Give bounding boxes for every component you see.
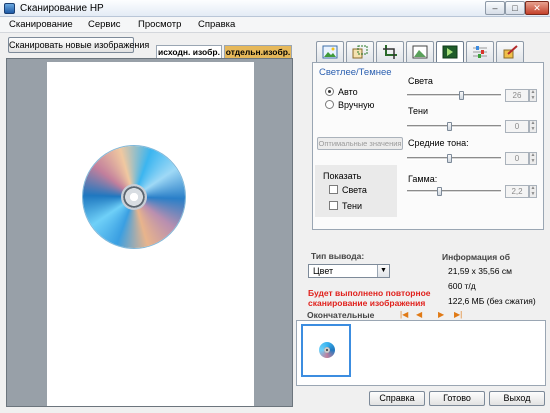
scanned-cd-image bbox=[83, 146, 185, 248]
check-shadows-box[interactable] bbox=[329, 201, 338, 210]
midtones-value-field[interactable]: 0 bbox=[505, 152, 529, 165]
info-resolution: 600 т/д bbox=[448, 281, 476, 291]
check-shadows[interactable]: Тени bbox=[329, 201, 362, 211]
chevron-down-icon[interactable]: ▼ bbox=[377, 265, 389, 277]
crop-icon bbox=[383, 45, 397, 59]
tool-tab-color[interactable] bbox=[466, 41, 494, 63]
slider-gamma-label: Гамма: bbox=[408, 174, 438, 184]
radio-auto-label: Авто bbox=[338, 87, 358, 97]
slider-midtones-track[interactable] bbox=[407, 157, 501, 160]
preview-area bbox=[6, 58, 293, 407]
tab-original-image[interactable]: исходн. изобр. bbox=[156, 45, 222, 59]
slider-midtones-label: Средние тона: bbox=[408, 138, 469, 148]
output-type-value: Цвет bbox=[313, 266, 334, 276]
slider-gamma-thumb[interactable] bbox=[437, 187, 442, 196]
final-images-label: Окончательные bbox=[307, 310, 375, 320]
first-page-icon[interactable]: |◀ bbox=[400, 310, 408, 319]
check-highlights-box[interactable] bbox=[329, 185, 338, 194]
midtones-spinner[interactable]: ▲ ▼ bbox=[529, 152, 537, 165]
tool-tab-resize[interactable] bbox=[346, 41, 374, 63]
slider-gamma-track[interactable] bbox=[407, 190, 501, 193]
exit-button[interactable]: Выход bbox=[489, 391, 545, 406]
slider-highlights-thumb[interactable] bbox=[459, 91, 464, 100]
menu-view[interactable]: Просмотр bbox=[138, 19, 181, 30]
thumbnail-cd-image bbox=[319, 342, 335, 358]
check-shadows-label: Тени bbox=[342, 201, 362, 211]
slider-midtones-thumb[interactable] bbox=[447, 154, 452, 163]
tool-tab-sharpen[interactable] bbox=[496, 41, 524, 63]
slider-shadows-thumb[interactable] bbox=[447, 122, 452, 131]
enhance-icon bbox=[412, 45, 428, 59]
check-highlights-label: Света bbox=[342, 185, 367, 195]
minimize-button[interactable]: – bbox=[485, 1, 505, 15]
prev-page-icon[interactable]: ◀ bbox=[416, 310, 422, 319]
slider-highlights-track[interactable] bbox=[407, 94, 501, 97]
done-button[interactable]: Готово bbox=[429, 391, 485, 406]
tool-tab-crop[interactable] bbox=[376, 41, 404, 63]
tool-tab-image[interactable] bbox=[316, 41, 344, 63]
output-type-label: Тип вывода: bbox=[311, 251, 365, 261]
image-icon bbox=[322, 45, 338, 59]
radio-manual-label: Вручную bbox=[338, 100, 375, 110]
scanned-page[interactable] bbox=[47, 62, 254, 406]
tab-separate-images[interactable]: отдельн.изобр. bbox=[224, 45, 292, 59]
lighten-darken-panel: Светлее/Темнее Авто Вручную Оптимальные … bbox=[312, 62, 544, 230]
radio-manual-indicator[interactable] bbox=[325, 100, 334, 109]
shadows-value-field[interactable]: 0 bbox=[505, 120, 529, 133]
show-group: Показать Света Тени bbox=[315, 165, 397, 217]
optimal-values-button[interactable]: Оптимальные значения bbox=[317, 137, 403, 150]
slider-highlights-label: Света bbox=[408, 76, 433, 86]
close-button[interactable]: ✕ bbox=[525, 1, 549, 15]
highlights-value-field[interactable]: 26 bbox=[505, 89, 529, 102]
radio-manual[interactable]: Вручную bbox=[325, 100, 374, 110]
menu-bar: Сканирование Сервис Просмотр Справка bbox=[0, 17, 550, 33]
info-label: Информация об bbox=[442, 252, 510, 262]
final-thumbnail[interactable] bbox=[301, 324, 351, 377]
tool-tab-enhance[interactable] bbox=[406, 41, 434, 63]
radio-auto[interactable]: Авто bbox=[325, 87, 358, 97]
panel-title: Светлее/Темнее bbox=[319, 67, 392, 78]
slider-shadows-track[interactable] bbox=[407, 125, 501, 128]
output-type-select[interactable]: Цвет ▼ bbox=[308, 264, 390, 278]
sharpen-icon bbox=[503, 45, 518, 59]
title-bar: Сканирование HP – □ ✕ bbox=[0, 0, 550, 17]
next-page-icon[interactable]: ▶ bbox=[438, 310, 444, 319]
last-page-icon[interactable]: ▶| bbox=[454, 310, 462, 319]
cd-hub bbox=[121, 184, 147, 210]
window-title: Сканирование HP bbox=[20, 3, 104, 14]
rescan-warning-line1: Будет выполнено повторное bbox=[308, 288, 431, 298]
rescan-warning-line2: сканирование изображения bbox=[308, 298, 426, 308]
scan-new-images-button[interactable]: Сканировать новые изображения bbox=[8, 37, 149, 53]
tool-tab-exposure[interactable] bbox=[436, 41, 464, 63]
help-button[interactable]: Справка bbox=[369, 391, 425, 406]
menu-help[interactable]: Справка bbox=[198, 19, 235, 30]
final-thumbnails-area bbox=[296, 320, 546, 386]
exposure-icon bbox=[442, 45, 458, 59]
menu-scan[interactable]: Сканирование bbox=[9, 19, 73, 30]
info-size: 21,59 x 35,56 см bbox=[448, 266, 512, 276]
menu-service[interactable]: Сервис bbox=[88, 19, 121, 30]
radio-auto-indicator[interactable] bbox=[325, 87, 334, 96]
resize-icon bbox=[352, 45, 368, 59]
highlights-spinner[interactable]: ▲ ▼ bbox=[529, 89, 537, 102]
check-highlights[interactable]: Света bbox=[329, 185, 367, 195]
info-filesize: 122,6 МБ (без сжатия) bbox=[448, 296, 536, 306]
scanner-app-icon bbox=[4, 3, 15, 14]
gamma-spinner[interactable]: ▲ ▼ bbox=[529, 185, 537, 198]
show-label: Показать bbox=[323, 171, 362, 181]
shadows-spinner[interactable]: ▲ ▼ bbox=[529, 120, 537, 133]
slider-shadows-label: Тени bbox=[408, 106, 428, 116]
gamma-value-field[interactable]: 2,2 bbox=[505, 185, 529, 198]
color-icon bbox=[473, 46, 487, 58]
maximize-button[interactable]: □ bbox=[505, 1, 525, 15]
